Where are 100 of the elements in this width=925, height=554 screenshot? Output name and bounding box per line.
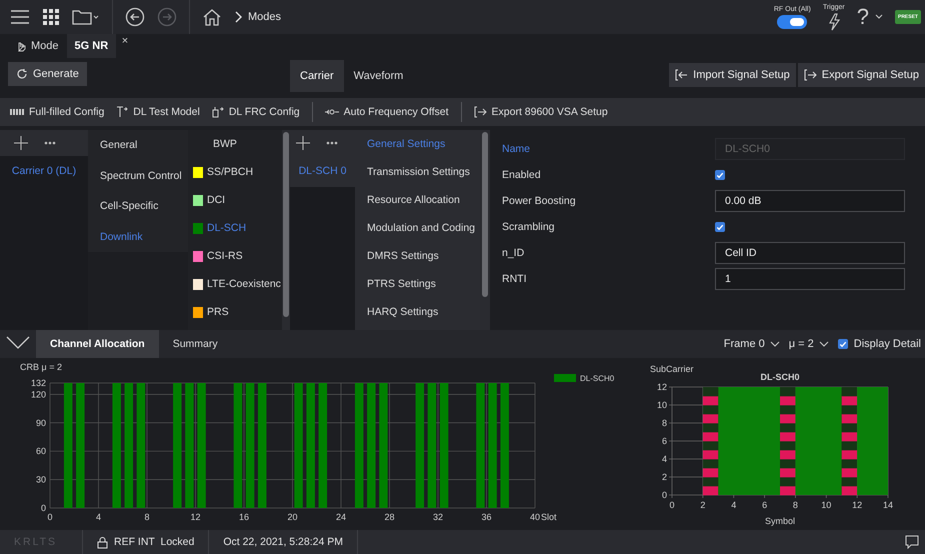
- tick-label: 12: [852, 500, 862, 510]
- scrollbar[interactable]: [282, 130, 290, 330]
- export-icon: [474, 106, 487, 118]
- input-field[interactable]: Cell ID: [715, 242, 905, 264]
- back-icon[interactable]: [125, 7, 145, 27]
- legend-swatch: [554, 374, 576, 382]
- tick-label: 10: [821, 500, 832, 510]
- add-icon[interactable]: [14, 136, 28, 150]
- chart-tab[interactable]: Summary: [158, 330, 232, 358]
- export-icon: [804, 69, 817, 81]
- breadcrumb[interactable]: Modes: [248, 11, 282, 23]
- generate-button[interactable]: Generate: [8, 62, 87, 86]
- section-item[interactable]: Modulation and Coding: [355, 214, 480, 242]
- numerology-dropdown[interactable]: μ = 2: [788, 338, 829, 350]
- tick-label: 12: [190, 512, 200, 522]
- section-item[interactable]: Resource Allocation: [355, 186, 480, 214]
- menu-icon[interactable]: [10, 9, 30, 25]
- reference-status: REF INT Locked: [114, 536, 194, 548]
- tick-label: 4: [662, 454, 667, 464]
- folder-icon[interactable]: [72, 8, 100, 26]
- help-button[interactable]: ?: [856, 4, 869, 30]
- category-item[interactable]: General: [88, 130, 188, 160]
- tick-label: 24: [336, 512, 346, 522]
- checkbox[interactable]: [715, 222, 725, 232]
- add-icon[interactable]: [296, 136, 310, 150]
- tick-label: 2: [662, 472, 667, 482]
- view-tab[interactable]: Carrier: [290, 60, 344, 92]
- instance-item[interactable]: DL-SCH 0: [290, 156, 355, 186]
- channel-item[interactable]: CSI-RS: [188, 242, 282, 270]
- carrier-item[interactable]: Carrier 0 (DL): [0, 156, 88, 186]
- toolbar-button[interactable]: Export 89600 VSA Setup: [470, 106, 612, 118]
- caret-icon[interactable]: [874, 14, 883, 20]
- field-label: Scrambling: [502, 221, 555, 233]
- toolbar-button[interactable]: DL Test Model: [112, 106, 204, 118]
- channel-item[interactable]: SS/PBCH: [188, 158, 282, 186]
- tick-label: 10: [656, 400, 667, 410]
- section-item[interactable]: Transmission Settings: [355, 158, 480, 186]
- checkbox[interactable]: [715, 170, 725, 180]
- tick-label: 0: [48, 512, 52, 522]
- tick-label: 32: [433, 512, 443, 522]
- input-field[interactable]: 0.00 dB: [715, 190, 905, 212]
- field-label: n_ID: [502, 247, 524, 259]
- chart-tab[interactable]: Channel Allocation: [36, 330, 159, 358]
- caret-icon: [818, 341, 829, 347]
- document-tab[interactable]: Mode: [8, 34, 67, 58]
- channel-item[interactable]: PRS: [188, 298, 282, 326]
- rf-out-toggle[interactable]: [777, 14, 808, 28]
- tick-label: 4: [731, 500, 736, 510]
- hand-icon: [16, 40, 27, 52]
- field-label: Name: [502, 143, 530, 155]
- category-item[interactable]: Cell-Specific: [88, 191, 188, 222]
- tick-label: 8: [662, 418, 667, 428]
- home-icon[interactable]: [202, 7, 222, 27]
- frame-dropdown[interactable]: Frame 0: [724, 338, 780, 350]
- tick-label: 0: [662, 490, 667, 500]
- collapse-icon[interactable]: [6, 336, 30, 350]
- checkbox-label: Display Detail: [854, 338, 921, 350]
- lightning-icon[interactable]: [826, 12, 841, 30]
- field-label: Enabled: [502, 169, 541, 181]
- tick-label: 30: [36, 474, 46, 485]
- refresh-icon: [16, 68, 28, 80]
- tick-label: 2: [700, 500, 706, 510]
- section-item[interactable]: DMRS Settings: [355, 242, 480, 270]
- close-tab-button[interactable]: ×: [122, 35, 128, 47]
- setup-button[interactable]: Import Signal Setup: [669, 63, 796, 87]
- channel-item[interactable]: DCI: [188, 186, 282, 214]
- tick-label: 0: [670, 500, 674, 510]
- tick-label: 28: [384, 512, 394, 522]
- axis-title: CRB μ = 2: [20, 362, 62, 372]
- toolbar-button[interactable]: Full-filled Config: [6, 106, 108, 118]
- toolbar-button[interactable]: DL FRC Config: [208, 106, 304, 118]
- date-time: Oct 22, 2021, 5:28:24 PM: [209, 530, 358, 554]
- channel-item[interactable]: LTE-Coexistenc: [188, 270, 282, 298]
- checkbox[interactable]: [838, 339, 848, 349]
- view-tab[interactable]: Waveform: [344, 60, 414, 92]
- field-label: RNTI: [502, 273, 526, 285]
- more-icon[interactable]: [326, 141, 338, 145]
- category-item[interactable]: Spectrum Control: [88, 160, 188, 191]
- axis-title: Symbol: [765, 516, 795, 526]
- channel-item[interactable]: BWP: [188, 130, 282, 158]
- channel-item[interactable]: DL-SCH: [188, 214, 282, 242]
- toolbar-button[interactable]: Auto Frequency Offset: [320, 106, 453, 118]
- device-icon: [212, 106, 224, 118]
- import-icon: [675, 69, 688, 81]
- section-item[interactable]: HARQ Settings: [355, 298, 480, 326]
- tick-label: 6: [662, 436, 667, 446]
- section-item[interactable]: General Settings: [355, 130, 480, 158]
- chart-title: DL-SCH0: [760, 372, 800, 382]
- setup-button[interactable]: Export Signal Setup: [798, 63, 925, 87]
- apps-grid-icon[interactable]: [42, 8, 60, 26]
- scrollbar[interactable]: [480, 130, 490, 330]
- tick-label: 4: [96, 512, 101, 522]
- field-label: Power Boosting: [502, 195, 576, 207]
- category-item[interactable]: Downlink: [88, 222, 188, 252]
- tick-label: 12: [656, 382, 667, 392]
- more-icon[interactable]: [44, 141, 56, 145]
- section-item[interactable]: PTRS Settings: [355, 270, 480, 298]
- chat-icon[interactable]: [905, 535, 919, 549]
- input-field[interactable]: 1: [715, 268, 905, 290]
- offset-icon: [324, 108, 339, 116]
